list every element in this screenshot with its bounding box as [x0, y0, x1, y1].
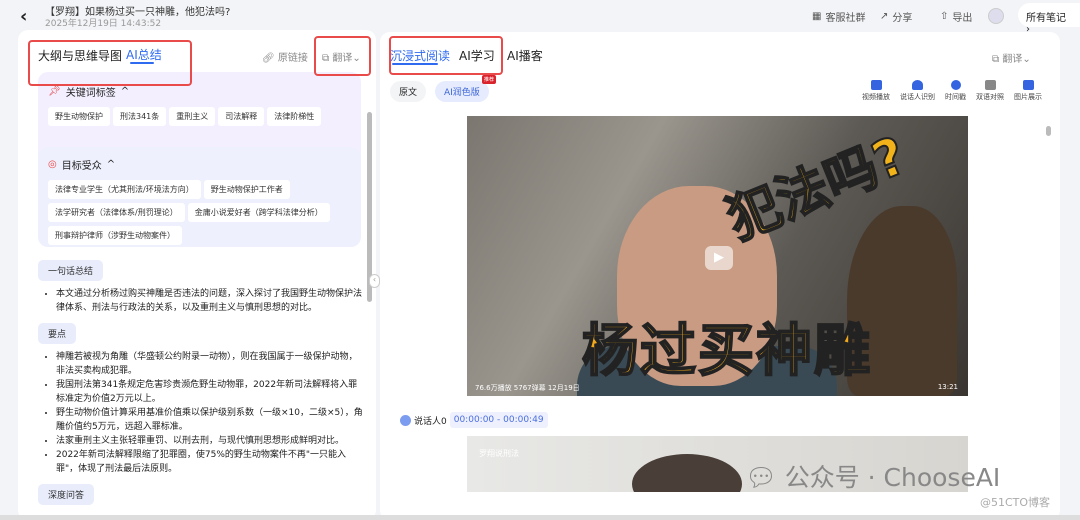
audience-chip[interactable]: 法学研究者（法律体系/刑罚理论）: [48, 203, 185, 222]
bottom-bar: [0, 515, 1080, 520]
link-icon: 🔗︎: [262, 53, 278, 64]
audience-chip[interactable]: 法律专业学生（尤其刑法/环境法方向）: [48, 180, 201, 199]
keyword-chip[interactable]: 野生动物保护: [48, 107, 110, 126]
person-hair: [632, 454, 742, 492]
all-notes-button[interactable]: 所有笔记 ›: [1018, 3, 1080, 35]
tab-ai-podcast[interactable]: AI播客: [507, 47, 543, 64]
keyword-chips: 野生动物保护 刑法341条 重刑主义 司法解释 法律阶梯性: [48, 107, 351, 130]
points-list: 神雕若被视为角雕（华盛顿公约附录一动物），则在我国属于一级保护动物，非法买卖构成…: [38, 350, 363, 476]
video-duration: 13:21: [937, 383, 958, 391]
video-meta: 76.6万播放 5767弹幕 12月19日: [475, 384, 580, 392]
highlight-box: [389, 36, 503, 75]
tool-image-display[interactable]: 图片展示: [1014, 80, 1042, 102]
video-icon: [870, 80, 882, 90]
clock-icon: [950, 80, 961, 90]
watermark: 💬︎ 公众号 · ChooseAI: [745, 463, 1001, 492]
avatar[interactable]: [988, 8, 1004, 24]
play-icon[interactable]: ▶: [705, 246, 733, 270]
speaker-icon: [912, 80, 923, 90]
share-button[interactable]: ↗ 分享: [880, 9, 912, 24]
service-group-button[interactable]: ▦ 客服社群: [812, 9, 865, 24]
page-date: 2025年12月19日 14:43:52: [45, 19, 162, 29]
timestamp[interactable]: 00:00:00 - 00:00:49: [449, 412, 548, 428]
export-icon: ⇧: [940, 11, 949, 22]
list-item: 我国刑法第341条规定危害珍贵濒危野生动物罪，2022年新司法解释将入罪标准定为…: [56, 378, 363, 406]
keyword-chip[interactable]: 刑法341条: [113, 107, 167, 126]
list-item: 本文通过分析杨过购买神雕是否违法的问题，深入探讨了我国野生动物保护法律体系、刑法…: [56, 287, 363, 315]
highlight-box: [314, 36, 371, 76]
speaker-row: 说话人0 00:00:00 - 00:00:49: [400, 412, 548, 428]
right-scrollbar[interactable]: [1046, 126, 1051, 136]
collapse-button[interactable]: ‹: [369, 274, 380, 288]
translate-icon: ⧉: [992, 54, 1003, 65]
original-link-button[interactable]: 🔗︎ 原链接: [262, 49, 308, 64]
mode-polished-button[interactable]: AI润色版: [435, 81, 489, 102]
chevron-up-icon[interactable]: ^: [107, 159, 115, 170]
summary-content: 一句话总结 本文通过分析杨过购买神雕是否违法的问题，深入探讨了我国野生动物保护法…: [38, 260, 363, 505]
audience-chip[interactable]: 金庸小说爱好者（跨学科法律分析）: [187, 203, 330, 222]
audience-chip[interactable]: 刑事辩护律师（涉野生动物案件）: [48, 226, 182, 245]
audience-chip[interactable]: 野生动物保护工作者: [203, 180, 290, 199]
highlight-box: [28, 40, 192, 86]
share-icon: ↗: [880, 11, 889, 22]
keyword-chip[interactable]: 重刑主义: [169, 107, 216, 126]
image-icon: [1022, 80, 1034, 90]
speaker-label: 说话人0: [414, 416, 447, 427]
section-deep-qa: 深度问答: [38, 484, 95, 505]
recommend-badge: 推荐: [482, 75, 497, 84]
mode-original-button[interactable]: 原文: [390, 81, 427, 102]
summary-list: 本文通过分析杨过购买神雕是否违法的问题，深入探讨了我国野生动物保护法律体系、刑法…: [38, 287, 363, 315]
chevron-up-icon[interactable]: ^: [121, 86, 129, 97]
audience-card: ◎ 目标受众 ^ 法律专业学生（尤其刑法/环境法方向） 野生动物保护工作者法学研究者（…: [38, 147, 361, 247]
chevron-left-icon[interactable]: ‹: [20, 6, 27, 27]
translate-button-right[interactable]: ⧉ 翻译⌄: [992, 50, 1031, 65]
keyword-chip[interactable]: 法律阶梯性: [267, 107, 322, 126]
tool-speaker-id[interactable]: 说话人识别: [900, 80, 935, 102]
pin-icon: 📌︎: [48, 86, 61, 97]
list-item: 2022年新司法解释限缩了犯罪圈，使75%的野生动物案件不再"一只能入罪"，体现…: [56, 448, 363, 476]
keyword-chip[interactable]: 司法解释: [218, 107, 265, 126]
overlay-text-bottom: 杨过买神雕: [581, 318, 872, 385]
tool-bilingual[interactable]: 双语对照: [976, 80, 1004, 102]
list-item: 法家重刑主义主张轻罪重罚、以刑去刑，与现代慎刑思想形成鲜明对比。: [56, 434, 363, 448]
bilingual-icon: [984, 80, 996, 90]
tool-bar: 视频播放 说话人识别 时间戳 双语对照 图片展示: [862, 80, 1042, 102]
section-key-points: 要点: [38, 323, 77, 344]
section-one-line-summary: 一句话总结: [38, 260, 104, 281]
qr-icon: ▦: [812, 11, 822, 22]
list-item: 野生动物价值计算采用基准价值乘以保护级别系数（一级×10，二级×5），角雕价值约…: [56, 406, 363, 434]
watermark-sub: @51CTO博客: [980, 496, 1051, 509]
tool-timestamp[interactable]: 时间戳: [945, 80, 966, 102]
speaker-avatar-icon: [400, 414, 411, 426]
video-thumbnail[interactable]: 犯法吗? 杨过买神雕 ▶ 76.6万播放 5767弹幕 12月19日 13:21: [467, 116, 968, 396]
target-icon: ◎: [48, 159, 57, 170]
tool-video-play[interactable]: 视频播放: [862, 80, 890, 102]
left-panel: 大纲与思维导图 AI总结 🔗︎ 原链接 ⧉ 翻译⌄ 📌︎ 关键词标签 ^ 野生动物保…: [18, 30, 376, 520]
frame-caption: 罗翔说刑法: [479, 449, 519, 458]
export-button[interactable]: ⇧ 导出: [940, 9, 972, 24]
wechat-icon: 💬︎: [745, 463, 785, 492]
list-item: 神雕若被视为角雕（华盛顿公约附录一动物），则在我国属于一级保护动物，非法买卖构成…: [56, 350, 363, 378]
